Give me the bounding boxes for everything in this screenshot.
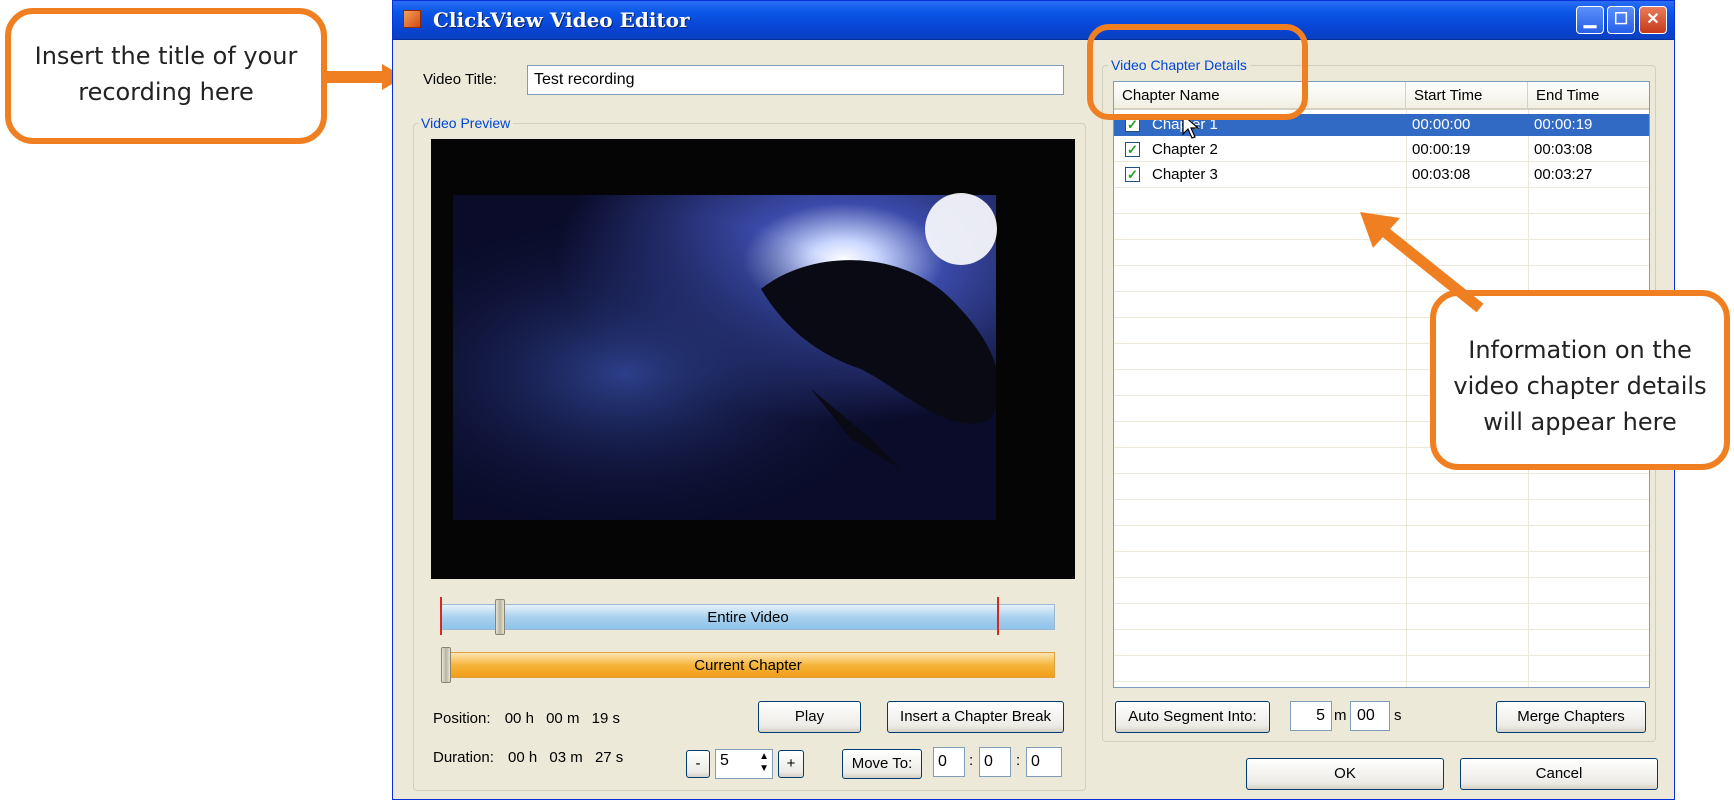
start-time-cell: 00:00:00 [1412, 116, 1471, 133]
merge-chapters-button[interactable]: Merge Chapters [1496, 701, 1646, 733]
start-time-cell: 00:00:19 [1412, 141, 1471, 158]
video-frame-image [431, 139, 1075, 579]
minimize-button[interactable]: ▁ [1576, 6, 1604, 34]
position-hours: 00 h [504, 710, 534, 727]
callout-arrow-details [1360, 212, 1484, 313]
position-readout: Position: 00 h 00 m 19 s [433, 710, 663, 727]
chapter-row[interactable]: ✓ Chapter 3 00:03:08 00:03:27 [1114, 164, 1649, 186]
entire-video-label: Entire Video [707, 609, 789, 626]
ok-button[interactable]: OK [1246, 758, 1444, 790]
window-title: ClickView Video Editor [433, 8, 690, 32]
end-time-cell: 00:00:19 [1534, 116, 1593, 133]
chapter-start-marker [440, 597, 442, 635]
duration-readout: Duration: 00 h 03 m 27 s [433, 749, 663, 766]
video-title-label: Video Title: [423, 71, 497, 88]
duration-hours: 00 h [508, 749, 538, 766]
step-value: 5 [720, 752, 729, 769]
entire-video-slider[interactable]: Entire Video [441, 604, 1055, 630]
maximize-icon: ☐ [1613, 11, 1629, 28]
move-to-hours-input[interactable] [933, 747, 965, 777]
position-label: Position: [433, 710, 491, 727]
minimize-icon: ▁ [1583, 11, 1597, 28]
play-button[interactable]: Play [758, 701, 861, 733]
close-button[interactable]: ✕ [1639, 6, 1667, 34]
time-separator: : [969, 752, 974, 769]
current-chapter-label: Current Chapter [694, 657, 802, 674]
step-decrease-button[interactable]: - [686, 750, 710, 778]
duration-seconds: 27 s [594, 749, 624, 766]
auto-segment-button[interactable]: Auto Segment Into: [1115, 701, 1270, 733]
callout-arrow-title [326, 71, 386, 83]
auto-segment-minutes-input[interactable] [1290, 701, 1332, 731]
maximize-button[interactable]: ☐ [1607, 6, 1635, 34]
end-time-cell: 00:03:27 [1534, 166, 1593, 183]
current-chapter-slider-thumb[interactable] [441, 647, 451, 683]
auto-segment-seconds-input[interactable] [1350, 701, 1390, 731]
step-increase-button[interactable]: + [778, 750, 804, 778]
position-seconds: 19 s [591, 710, 620, 727]
checkbox-checked-icon[interactable]: ✓ [1125, 167, 1140, 182]
column-header-start-time[interactable]: Start Time [1406, 82, 1528, 108]
chapter-name-cell: Chapter 3 [1152, 166, 1218, 183]
chapter-row[interactable]: ✓ Chapter 2 00:00:19 00:03:08 [1114, 139, 1649, 161]
duration-minutes: 03 m [549, 749, 583, 766]
entire-video-slider-thumb[interactable] [495, 599, 505, 635]
cancel-button[interactable]: Cancel [1460, 758, 1658, 790]
spinner-arrows-icon[interactable]: ▲ ▼ [759, 751, 769, 775]
column-header-end-time[interactable]: End Time [1528, 82, 1649, 108]
callout-details-hint-text: Information on the video chapter details… [1453, 336, 1707, 436]
callout-title-hint: Insert the title of your recording here [5, 8, 327, 144]
chapter-end-marker [997, 597, 999, 635]
end-time-cell: 00:03:08 [1534, 141, 1593, 158]
close-icon: ✕ [1646, 11, 1660, 28]
clickview-app-icon [403, 10, 421, 28]
time-separator: : [1016, 752, 1021, 769]
chapter-name-cell: Chapter 2 [1152, 141, 1218, 158]
move-to-seconds-input[interactable] [1026, 747, 1062, 777]
video-preview-label: Video Preview [418, 115, 514, 131]
callout-title-hint-text: Insert the title of your recording here [34, 42, 298, 106]
minutes-unit-label: m [1334, 707, 1347, 724]
video-preview-screen[interactable] [431, 139, 1075, 579]
insert-chapter-break-button[interactable]: Insert a Chapter Break [887, 701, 1064, 733]
duration-label: Duration: [433, 749, 494, 766]
seconds-unit-label: s [1394, 707, 1402, 724]
title-bar[interactable]: ClickView Video Editor ▁ ☐ ✕ [393, 1, 1674, 40]
start-time-cell: 00:03:08 [1412, 166, 1471, 183]
current-chapter-slider[interactable]: Current Chapter [441, 652, 1055, 678]
checkbox-checked-icon[interactable]: ✓ [1125, 142, 1140, 157]
step-value-spinner[interactable]: 5 ▲ ▼ [715, 749, 773, 779]
highlight-chapter-details [1087, 24, 1308, 120]
position-minutes: 00 m [546, 710, 580, 727]
video-title-input[interactable] [527, 65, 1064, 95]
move-to-minutes-input[interactable] [979, 747, 1011, 777]
move-to-button[interactable]: Move To: [842, 749, 922, 779]
